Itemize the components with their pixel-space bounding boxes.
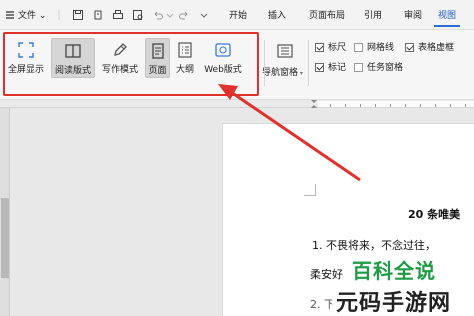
- checkbox-checked-icon: [315, 43, 324, 52]
- vertical-ruler[interactable]: [0, 108, 10, 316]
- document-paragraph: 柔安好: [310, 268, 343, 281]
- ruler-tick: [390, 104, 391, 107]
- ribbon-separator: [308, 40, 309, 86]
- gridlines-checkbox-label: 网格线: [367, 43, 395, 53]
- task-pane-checkbox[interactable]: 任务窗格: [354, 62, 403, 74]
- task-pane-checkbox-label: 任务窗格: [367, 63, 404, 73]
- page-margin-corner-mark: [304, 184, 316, 196]
- navigation-pane-button[interactable]: 导航窗格 ▾: [262, 38, 308, 78]
- vertical-ruler-margin: [1, 198, 9, 278]
- file-menu-button[interactable]: 文件 ⌄: [18, 9, 46, 23]
- ruler-tick: [375, 104, 376, 107]
- undo-dropdown-icon[interactable]: [164, 9, 176, 21]
- chevron-down-icon: ⌄: [36, 11, 47, 21]
- ruler-tick: [435, 104, 436, 107]
- ruler-tick: [330, 104, 331, 107]
- ruler-checkbox-label: 标尺: [328, 43, 347, 53]
- brand-watermark-text: 元码手游网: [336, 291, 452, 316]
- ruler-tick: [450, 104, 451, 107]
- file-menu-label: 文件: [18, 11, 37, 21]
- active-tab-indicator: [434, 25, 460, 27]
- navigation-pane-icon: [276, 42, 294, 60]
- sep-icon: [58, 9, 70, 21]
- checkbox-checked-icon: [315, 63, 324, 72]
- document-paragraph: 1. 不畏将来，不念过往，: [312, 239, 436, 252]
- hamburger-menu-icon[interactable]: [4, 9, 16, 21]
- print-preview-icon[interactable]: [132, 9, 144, 21]
- navigation-pane-label: 导航窗格 ▾: [262, 65, 303, 78]
- export-pdf-icon[interactable]: [92, 9, 104, 21]
- ruler-tick: [405, 104, 406, 107]
- indent-marker-icon[interactable]: [311, 100, 317, 108]
- tab-insert[interactable]: 插入: [268, 9, 286, 23]
- chevron-down-icon: ▾: [298, 70, 303, 77]
- ribbon-separator: [264, 40, 265, 86]
- tab-view[interactable]: 视图: [438, 9, 456, 23]
- document-heading: 20 条唯美: [408, 208, 461, 221]
- save-icon[interactable]: [72, 9, 84, 21]
- marks-checkbox[interactable]: 标记: [315, 62, 346, 74]
- tab-page-layout[interactable]: 页面布局: [309, 9, 345, 23]
- ruler-tick: [360, 104, 361, 107]
- table-gridlines-checkbox[interactable]: 表格虚框: [405, 42, 454, 54]
- ruler-tick: [465, 104, 466, 107]
- navigation-pane-text: 导航窗格: [262, 68, 299, 78]
- print-icon[interactable]: [112, 9, 124, 21]
- tab-references[interactable]: 引用: [364, 9, 382, 23]
- marks-checkbox-label: 标记: [328, 63, 347, 73]
- view-modes-highlight-box: [3, 32, 259, 96]
- ruler-tick: [345, 104, 346, 107]
- ruler-tick: [420, 104, 421, 107]
- ruler-checkbox[interactable]: 标尺: [315, 42, 346, 54]
- gridlines-checkbox[interactable]: 网格线: [354, 42, 394, 54]
- undo-icon[interactable]: [152, 9, 164, 21]
- tab-start[interactable]: 开始: [229, 9, 247, 23]
- checkbox-unchecked-icon: [354, 63, 363, 72]
- green-watermark-text: 百科全说: [352, 259, 436, 283]
- redo-icon[interactable]: [178, 9, 190, 21]
- checkbox-checked-icon: [405, 43, 414, 52]
- table-gridlines-checkbox-label: 表格虚框: [418, 43, 455, 53]
- tab-review[interactable]: 审阅: [404, 9, 422, 23]
- checkbox-unchecked-icon: [354, 43, 363, 52]
- customize-toolbar-icon[interactable]: [198, 9, 210, 21]
